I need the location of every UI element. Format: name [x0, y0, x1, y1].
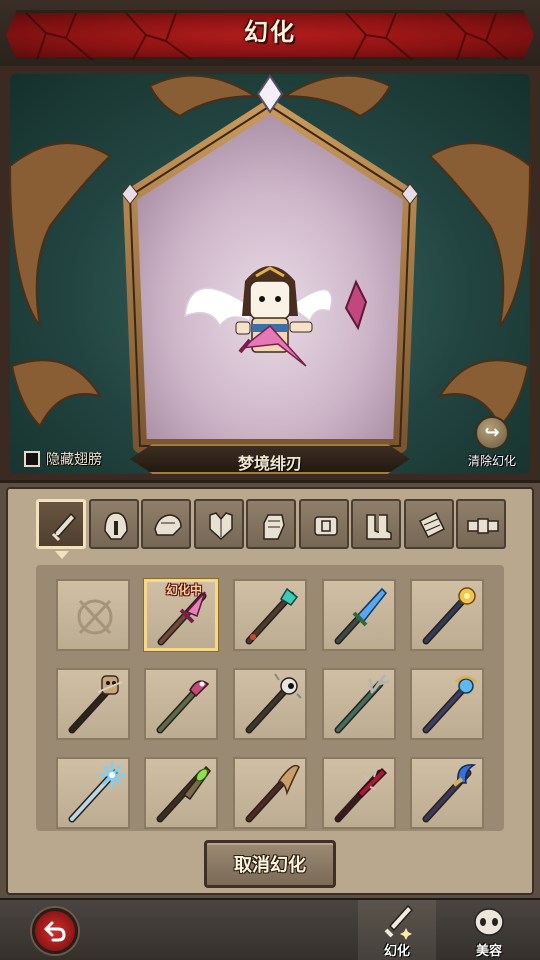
bracer-icon — [418, 511, 445, 539]
category-tab-bracer[interactable] — [403, 499, 454, 549]
nav-tab-label: 幻化 — [383, 944, 410, 959]
none-icon — [77, 599, 113, 635]
clear-transmog-label: 清除幻化 — [467, 454, 516, 468]
transmog-sword-icon — [384, 904, 414, 940]
item-slot[interactable] — [233, 757, 307, 829]
item-slot[interactable] — [410, 757, 484, 829]
serpent-staff-icon — [156, 680, 210, 734]
crimson-thorn-sword-icon — [334, 767, 388, 823]
clear-transmog-button[interactable]: ↪ 清除幻化 — [462, 416, 522, 472]
helmet-icon — [103, 512, 128, 540]
blue-orb-rod-icon — [422, 675, 478, 734]
item-slot[interactable] — [410, 579, 484, 651]
chest-armor-icon — [208, 512, 233, 541]
hide-wings-label: 隐藏翅膀 — [46, 452, 102, 468]
gauntlet-icon — [263, 514, 285, 540]
header-bar: 幻化 — [0, 0, 540, 66]
item-slot[interactable] — [410, 668, 484, 740]
category-tab-gloves[interactable] — [246, 499, 296, 549]
pauldron-icon — [154, 514, 182, 536]
belt-icon — [313, 516, 338, 536]
blue-crystal-sword-icon — [334, 587, 388, 645]
hide-wings-toggle[interactable]: 隐藏翅膀 — [24, 448, 102, 470]
face-icon — [474, 908, 504, 936]
scythe-blade-icon — [245, 764, 300, 823]
blue-crescent-staff-icon — [422, 764, 477, 823]
page-title: 幻化 — [244, 18, 296, 46]
nav-tab-beauty[interactable]: 美容 — [450, 900, 528, 960]
golden-orb-scepter-icon — [422, 587, 476, 645]
snowflake-wand-icon — [68, 761, 126, 823]
category-tab-belt[interactable] — [298, 499, 349, 549]
item-slot[interactable] — [233, 579, 307, 651]
voodoo-doll-staff-icon — [68, 675, 123, 734]
cancel-transmog-button[interactable] — [204, 840, 336, 888]
accessory-icon — [467, 518, 499, 534]
redo-arrow-icon[interactable]: ↪ — [475, 416, 509, 450]
nav-tab-label: 美容 — [475, 944, 502, 959]
item-slot[interactable] — [233, 668, 307, 740]
category-tab-helmet[interactable] — [88, 499, 139, 549]
active-tab-pointer — [55, 551, 69, 559]
item-slot[interactable] — [322, 579, 396, 651]
item-slot[interactable] — [56, 579, 130, 651]
item-slot[interactable] — [56, 668, 130, 740]
skin-name: 梦境绯刃 — [237, 454, 302, 473]
ornate-mirror-frame — [8, 74, 532, 453]
item-slot[interactable] — [322, 757, 396, 829]
category-tab-shoulder[interactable] — [141, 499, 191, 549]
eyeball-staff-icon — [245, 673, 302, 734]
category-tab-boots[interactable] — [351, 499, 401, 549]
item-slot[interactable] — [144, 757, 218, 829]
category-tab-armor[interactable] — [193, 499, 244, 549]
teal-gem-wand-icon — [245, 587, 299, 645]
item-slot[interactable] — [322, 668, 396, 740]
sword-icon — [51, 512, 77, 542]
category-tab-accessory[interactable] — [456, 499, 506, 549]
nav-tab-transmog[interactable]: 幻化 — [358, 900, 436, 960]
item-grid: 幻化中 — [36, 565, 504, 831]
item-slot[interactable] — [144, 668, 218, 740]
category-tab-weapon[interactable] — [36, 499, 86, 549]
antler-wand-icon — [334, 674, 390, 734]
item-slot[interactable]: 幻化中 — [144, 579, 218, 651]
back-arrow-icon — [44, 921, 66, 942]
back-button[interactable] — [32, 908, 78, 954]
hide-wings-checkbox[interactable] — [24, 451, 40, 467]
item-slot[interactable] — [56, 757, 130, 829]
green-gem-blade-icon — [156, 765, 211, 823]
boots-icon — [366, 514, 392, 540]
equipped-tag: 幻化中 — [165, 583, 202, 597]
character-preview: 隐藏翅膀 梦境绯刃 ↪ 清除幻化 — [0, 66, 540, 480]
